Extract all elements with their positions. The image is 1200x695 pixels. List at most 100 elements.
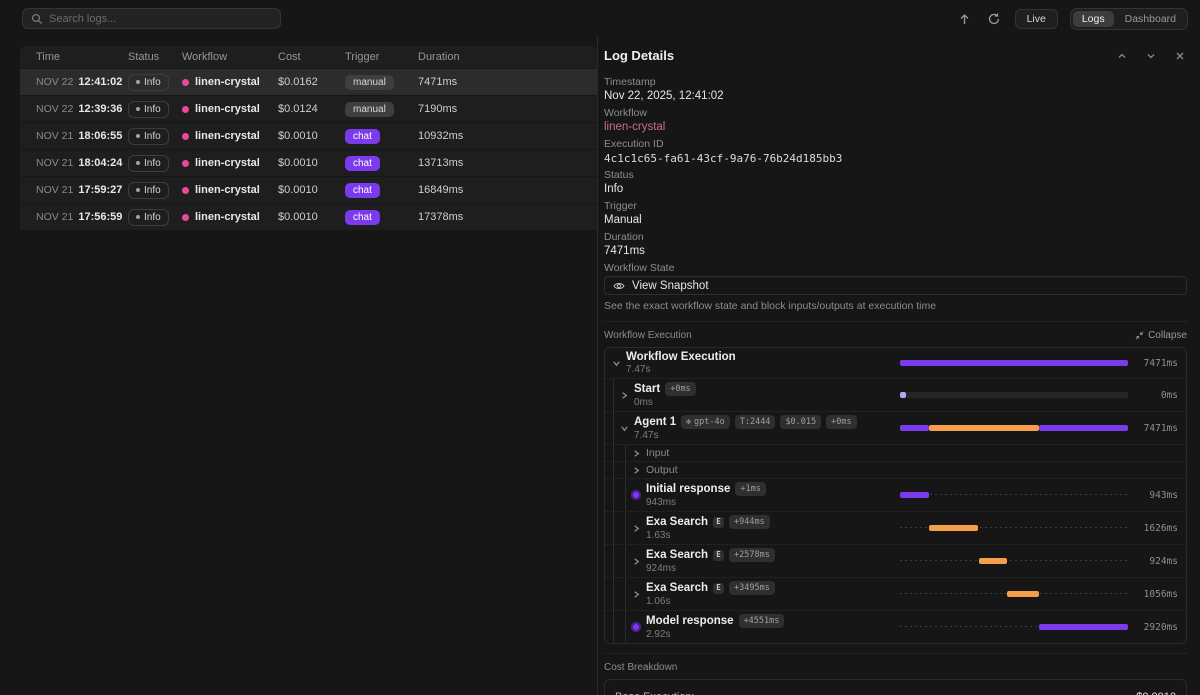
trace-timeline-bar: [900, 492, 1128, 498]
trace-node-name: Output: [646, 464, 678, 476]
trace-badge: +1ms: [735, 482, 765, 496]
field-workflow: Workflow linen-crystal: [604, 107, 1187, 134]
chevron-up-icon: [1117, 51, 1127, 61]
table-row[interactable]: NOV 2117:59:27Infolinen-crystal$0.0010ch…: [20, 176, 597, 203]
exa-icon: E: [713, 550, 724, 561]
field-label: Workflow State: [604, 262, 1187, 274]
trace-badge-label: +944ms: [734, 516, 765, 528]
trace-row[interactable]: Initial response+1ms943ms943ms: [605, 478, 1186, 511]
indent-guide: [625, 445, 626, 461]
chevron-right-icon[interactable]: [619, 391, 630, 400]
tab-dashboard[interactable]: Dashboard: [1116, 11, 1185, 27]
table-row[interactable]: NOV 2212:39:36Infolinen-crystal$0.0124ma…: [20, 95, 597, 122]
status-dot-icon: [136, 80, 140, 84]
trace-badge-label: $0.015: [785, 416, 816, 428]
collapse-icon: [1135, 331, 1144, 340]
upload-button[interactable]: [956, 11, 973, 28]
trace-node-duration: 1.06s: [646, 597, 900, 607]
log-details-panel: Log Details Timestamp Nov 22, 2025, 12:4…: [597, 36, 1200, 695]
cost-row: Base Execution:$0.0010: [605, 688, 1186, 695]
table-row[interactable]: NOV 2118:06:55Infolinen-crystal$0.0010ch…: [20, 122, 597, 149]
collapse-button[interactable]: Collapse: [1135, 330, 1187, 341]
trace-node-name: Workflow Execution: [626, 351, 736, 363]
table-row[interactable]: NOV 2118:04:24Infolinen-crystal$0.0010ch…: [20, 149, 597, 176]
trace-bar-value: 7471ms: [1128, 423, 1178, 434]
trace-row[interactable]: Input: [605, 444, 1186, 461]
refresh-button[interactable]: [985, 10, 1003, 28]
row-time: 18:06:55: [78, 130, 122, 142]
chevron-down-icon: [1146, 51, 1156, 61]
prev-log-button[interactable]: [1115, 49, 1129, 63]
status-badge: Info: [128, 182, 169, 199]
row-cost: $0.0010: [278, 130, 345, 142]
chevron-down-icon[interactable]: [619, 424, 630, 433]
trigger-badge: chat: [345, 129, 380, 144]
status-badge: Info: [128, 209, 169, 226]
search-box[interactable]: [22, 8, 281, 29]
model-node-icon: [631, 490, 641, 500]
trace-row[interactable]: Exa SearchE+2578ms924ms924ms: [605, 544, 1186, 577]
trace-badge: +4551ms: [739, 614, 785, 628]
indent-guide: [625, 462, 626, 478]
close-details-button[interactable]: [1173, 49, 1187, 63]
row-duration: 10932ms: [418, 130, 597, 142]
workflow-name: linen-crystal: [195, 76, 260, 88]
table-row[interactable]: NOV 2117:56:59Infolinen-crystal$0.0010ch…: [20, 203, 597, 230]
indent-guide: [613, 479, 614, 511]
trace-badge: +3495ms: [729, 581, 775, 595]
field-execution-id: Execution ID 4c1c1c65-fa61-43cf-9a76-76b…: [604, 138, 1187, 165]
details-title: Log Details: [604, 48, 674, 63]
trace-node-name: Input: [646, 447, 669, 459]
log-table: Time Status Workflow Cost Trigger Durati…: [20, 46, 597, 230]
row-time: 17:56:59: [78, 211, 122, 223]
indent-guide: [625, 479, 626, 511]
trace-bar-value: 0ms: [1128, 390, 1178, 401]
workflow-name: linen-crystal: [195, 103, 260, 115]
exa-icon: E: [713, 583, 724, 594]
trace-row[interactable]: Exa SearchE+944ms1.63s1626ms: [605, 511, 1186, 544]
indent-guide: [613, 379, 614, 411]
trace-badge: +0ms: [665, 382, 695, 396]
execution-id-value: 4c1c1c65-fa61-43cf-9a76-76b24d185bb3: [604, 152, 1187, 165]
table-row[interactable]: NOV 2212:41:02Infolinen-crystal$0.0162ma…: [20, 68, 597, 95]
chevron-right-icon[interactable]: [631, 466, 642, 475]
status-dot-icon: [136, 215, 140, 219]
collapse-label: Collapse: [1148, 330, 1187, 341]
cost-row-value: $0.0010: [1136, 691, 1176, 695]
trace-row[interactable]: Model response+4551ms2.92s2920ms: [605, 610, 1186, 643]
trace-node-name: Model response: [646, 615, 734, 627]
row-duration: 7471ms: [418, 76, 597, 88]
next-log-button[interactable]: [1144, 49, 1158, 63]
row-date: NOV 22: [36, 103, 73, 115]
trace-row[interactable]: Agent 1✻gpt-4oT:2444$0.015+0ms7.47s7471m…: [605, 411, 1186, 444]
trace-node-duration: 943ms: [646, 498, 900, 508]
chevron-right-icon[interactable]: [631, 449, 642, 458]
trace-badge: +944ms: [729, 515, 770, 529]
trace-timeline-bar: [900, 525, 1128, 531]
row-cost: $0.0124: [278, 103, 345, 115]
trace-row[interactable]: Exa SearchE+3495ms1.06s1056ms: [605, 577, 1186, 610]
indent-guide: [613, 462, 614, 478]
chevron-right-icon[interactable]: [631, 524, 642, 533]
trace-node-name: Start: [634, 383, 660, 395]
trace-row[interactable]: Start+0ms0ms0ms: [605, 378, 1186, 411]
live-button[interactable]: Live: [1015, 9, 1058, 29]
bar-segment: [900, 360, 1128, 366]
trace-row[interactable]: Output: [605, 461, 1186, 478]
chevron-right-icon[interactable]: [631, 557, 642, 566]
column-header-trigger: Trigger: [345, 51, 418, 63]
search-input[interactable]: [49, 13, 272, 25]
workflow-link[interactable]: linen-crystal: [604, 121, 1187, 134]
status-dot-icon: [136, 188, 140, 192]
tab-logs[interactable]: Logs: [1073, 11, 1114, 27]
trace-timeline-bar: [900, 425, 1128, 431]
chevron-right-icon[interactable]: [631, 590, 642, 599]
chevron-down-icon[interactable]: [611, 359, 622, 368]
trace-badge: $0.015: [780, 415, 821, 429]
row-duration: 17378ms: [418, 211, 597, 223]
trace-row[interactable]: Workflow Execution7.47s7471ms: [605, 348, 1186, 378]
view-snapshot-button[interactable]: View Snapshot: [604, 276, 1187, 295]
eye-icon: [613, 280, 625, 292]
trace-node-duration: 1.63s: [646, 531, 900, 541]
row-time: 18:04:24: [78, 157, 122, 169]
